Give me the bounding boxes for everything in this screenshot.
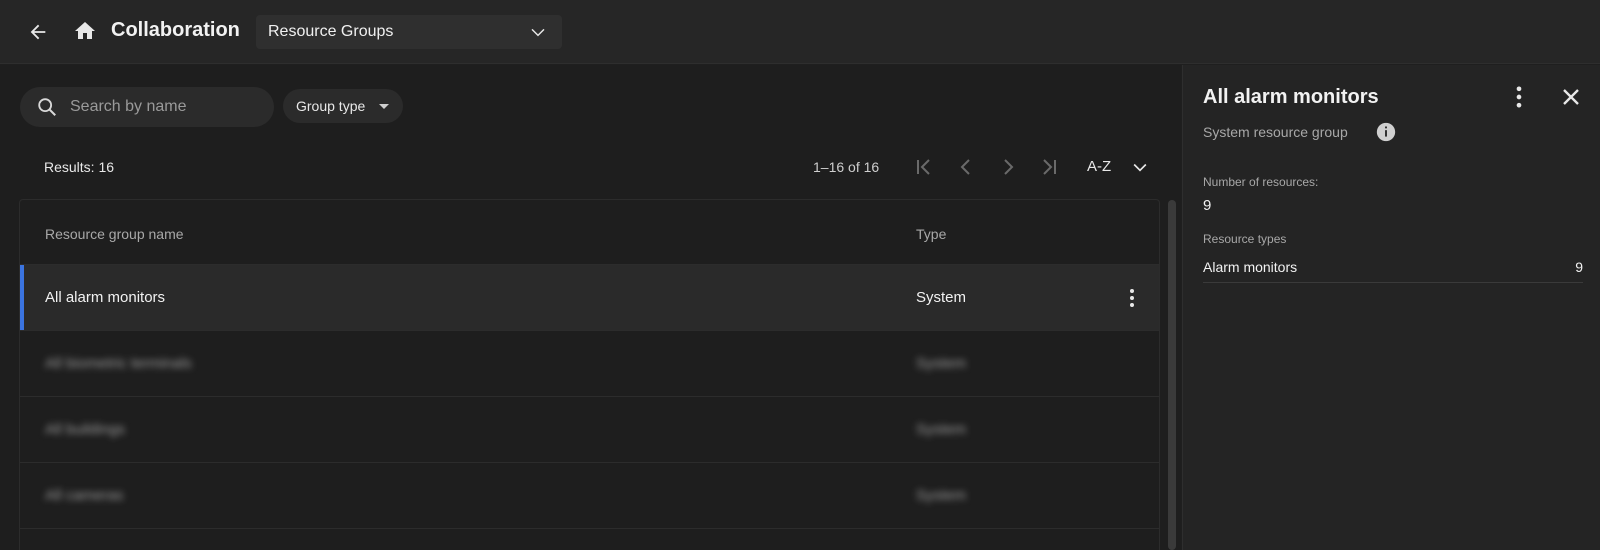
top-bar: Collaboration Resource Groups — [0, 0, 1600, 64]
group-type-filter-label: Group type — [296, 98, 366, 114]
resource-type-count: 9 — [1575, 259, 1583, 275]
close-icon[interactable] — [1557, 83, 1585, 111]
row-type: System — [916, 421, 967, 438]
table-row[interactable]: All alarm monitors System — [20, 265, 1159, 331]
first-page-icon[interactable] — [912, 155, 936, 179]
row-type: System — [916, 289, 967, 306]
row-name: All buildings — [45, 421, 126, 438]
group-type-filter[interactable]: Group type — [283, 89, 403, 123]
chevron-right-icon[interactable] — [996, 155, 1020, 179]
last-page-icon[interactable] — [1037, 155, 1061, 179]
table-header: Resource group name Type — [20, 200, 1159, 265]
arrow-left-icon — [30, 24, 46, 40]
caret-down-icon — [379, 104, 389, 109]
home-button[interactable] — [73, 19, 97, 43]
section-select[interactable]: Resource Groups — [256, 15, 562, 49]
panel-title: All alarm monitors — [1203, 86, 1379, 108]
home-icon — [75, 22, 95, 39]
row-type: System — [916, 355, 967, 372]
resource-type-row: Alarm monitors 9 — [1203, 259, 1583, 283]
app-title: Collaboration — [111, 19, 240, 41]
search-input[interactable] — [70, 95, 260, 119]
row-name: All cameras — [45, 487, 124, 504]
table-row[interactable]: All cameras System — [20, 463, 1159, 529]
info-icon[interactable] — [1375, 121, 1397, 143]
column-header-type[interactable]: Type — [916, 226, 946, 242]
resource-count-label: Number of resources: — [1203, 175, 1319, 189]
table-row[interactable]: All buildings System — [20, 397, 1159, 463]
search-icon — [38, 98, 56, 116]
chevron-down-icon — [531, 28, 545, 37]
scrollbar[interactable] — [1168, 200, 1176, 550]
main-content: Group type Results: 16 1–16 of 16 A-Z Re… — [0, 65, 1181, 550]
resource-count-value: 9 — [1203, 197, 1212, 214]
chevron-left-icon[interactable] — [954, 155, 978, 179]
more-vertical-icon[interactable] — [1120, 286, 1144, 310]
resource-type-name: Alarm monitors — [1203, 259, 1298, 275]
details-panel: All alarm monitors System resource group… — [1182, 65, 1600, 550]
row-name: All alarm monitors — [45, 289, 166, 306]
section-select-value: Resource Groups — [268, 23, 394, 40]
row-type: System — [916, 487, 967, 504]
back-button[interactable] — [24, 18, 52, 46]
resource-types-label: Resource types — [1203, 232, 1287, 246]
resource-group-table: Resource group name Type All alarm monit… — [19, 199, 1160, 550]
panel-subtitle: System resource group — [1203, 124, 1348, 140]
results-count: Results: 16 — [44, 159, 115, 175]
row-name: All biometric terminals — [45, 355, 192, 372]
sort-select[interactable]: A-Z — [1087, 158, 1111, 175]
table-row[interactable]: All biometric terminals System — [20, 331, 1159, 397]
search-box — [20, 87, 274, 127]
chevron-down-icon[interactable] — [1130, 157, 1150, 177]
pagination-range: 1–16 of 16 — [813, 159, 880, 175]
more-vertical-icon[interactable] — [1505, 83, 1533, 111]
column-header-name[interactable]: Resource group name — [45, 226, 184, 242]
